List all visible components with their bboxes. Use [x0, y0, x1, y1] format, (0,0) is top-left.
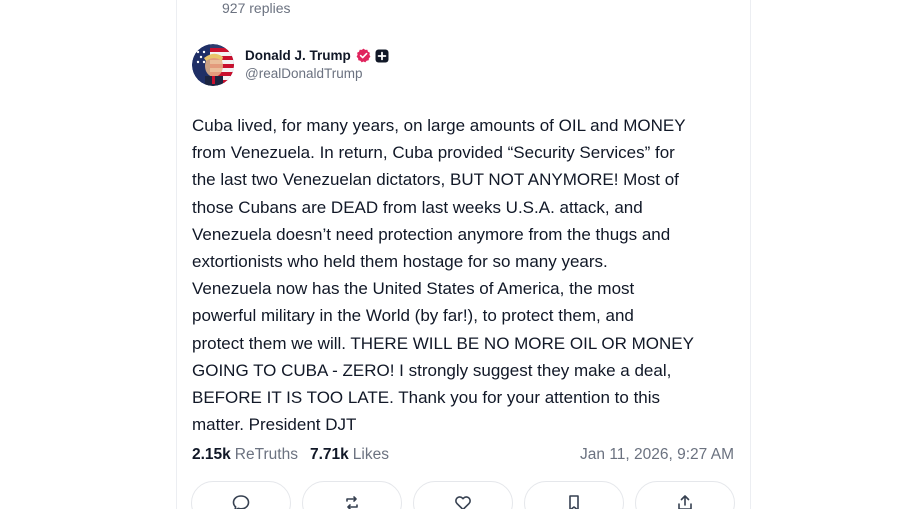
share-icon	[678, 495, 692, 509]
retruth-button[interactable]	[302, 481, 402, 509]
author-display-name[interactable]: Donald J. Trump	[245, 48, 351, 63]
previous-post-replies-count[interactable]: 927 replies	[222, 0, 291, 16]
post-actions-row	[191, 481, 735, 509]
plus-badge-icon	[375, 49, 389, 63]
page: 927 replies Donald J. Trump @realDonaldT…	[0, 0, 906, 509]
right-column-divider	[750, 0, 751, 509]
repost-icon	[346, 496, 358, 509]
avatar-image	[192, 44, 234, 86]
author-name-line: Donald J. Trump	[245, 46, 389, 65]
likes-count: 7.71k	[309, 446, 349, 463]
likes-stat[interactable]: 7.71k Likes	[310, 446, 389, 464]
author-handle[interactable]: @realDonaldTrump	[245, 66, 389, 81]
retruths-label: ReTruths	[234, 446, 298, 463]
retruths-stat[interactable]: 2.15k ReTruths	[192, 446, 298, 464]
comment-icon	[232, 495, 250, 509]
post-author-row: Donald J. Trump @realDonaldTrump	[192, 42, 737, 88]
reply-button[interactable]	[191, 481, 291, 509]
heart-icon	[455, 496, 471, 509]
post-timestamp[interactable]: Jan 11, 2026, 9:27 AM	[580, 446, 734, 464]
retruths-count: 2.15k	[192, 446, 231, 463]
bookmark-button[interactable]	[524, 481, 624, 509]
post-body-text: Cuba lived, for many years, on large amo…	[192, 116, 694, 435]
author-meta: Donald J. Trump @realDonaldTrump	[245, 42, 389, 81]
share-button[interactable]	[635, 481, 735, 509]
left-column-divider	[176, 0, 177, 509]
bookmark-icon	[569, 495, 579, 509]
verified-badge-icon	[356, 48, 371, 63]
avatar[interactable]	[192, 44, 234, 86]
like-button[interactable]	[413, 481, 513, 509]
likes-label: Likes	[352, 446, 389, 463]
post: Donald J. Trump @realDonaldTrump Cuba li…	[192, 42, 737, 438]
post-stats-row: 2.15k ReTruths 7.71k Likes Jan 11, 2026,…	[192, 444, 734, 466]
